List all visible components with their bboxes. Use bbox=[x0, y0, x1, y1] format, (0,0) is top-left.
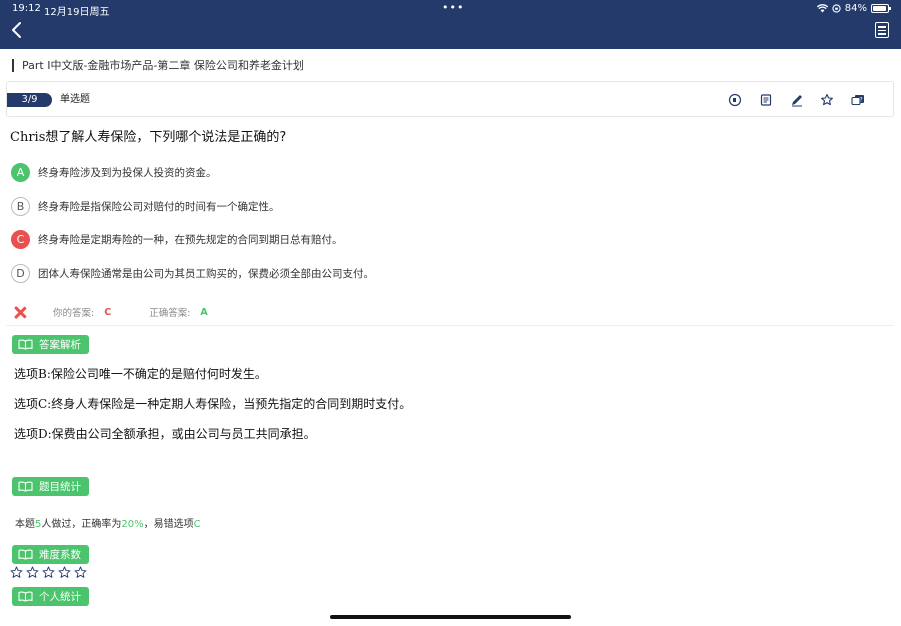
statistics-text: 本题5人做过，正确率为20%，易错选项C bbox=[15, 515, 201, 530]
multitask-dots-icon[interactable]: ••• bbox=[442, 1, 464, 14]
stats-wrong-option: C bbox=[193, 519, 201, 530]
home-indicator[interactable] bbox=[330, 615, 571, 619]
option-text: 终身寿险是指保险公司对赔付的时间有一个确定性。 bbox=[38, 200, 280, 213]
personal-stats-tag[interactable]: 个人统计 bbox=[12, 587, 89, 606]
your-answer-label: 你的答案: bbox=[53, 308, 95, 319]
stats-rate: 20% bbox=[121, 519, 144, 530]
statistics-tag: 题目统计 bbox=[12, 477, 89, 496]
note-icon[interactable] bbox=[759, 93, 773, 107]
battery-percent: 84% bbox=[844, 3, 867, 14]
star-outline-icon bbox=[58, 566, 71, 578]
analysis-line-2: 选项C:终身人寿保险是一种定期人寿保险，当预先指定的合同到期时支付。 bbox=[14, 397, 412, 411]
rotation-lock-icon bbox=[832, 4, 841, 13]
stats-mid2: ，易错选项 bbox=[143, 519, 194, 530]
audio-icon[interactable] bbox=[728, 93, 742, 107]
statistics-tag-label: 题目统计 bbox=[39, 481, 81, 493]
option-letter: A bbox=[11, 162, 30, 182]
back-arrow-icon[interactable] bbox=[8, 20, 28, 40]
option-letter: B bbox=[11, 196, 30, 216]
book-icon bbox=[18, 339, 33, 350]
battery-icon bbox=[871, 4, 891, 13]
star-outline-icon bbox=[26, 566, 39, 578]
option-text: 终身寿险涉及到为投保人投资的资金。 bbox=[38, 166, 217, 179]
wrong-mark-icon bbox=[14, 306, 27, 319]
option-d[interactable]: D 团体人寿保险通常是由公司为其员工购买的，保费必须全部由公司支付。 bbox=[11, 263, 374, 283]
wifi-icon bbox=[816, 4, 828, 13]
option-text: 团体人寿保险通常是由公司为其员工购买的，保费必须全部由公司支付。 bbox=[38, 267, 374, 280]
status-indicators: 84% bbox=[816, 3, 891, 14]
question-body: 想了解人寿保险，下列哪个说法是正确的? bbox=[45, 130, 287, 145]
top-navigation-bar: 19:12 12月19日周五 ••• 84% bbox=[0, 0, 901, 49]
question-prefix: Chris bbox=[10, 130, 46, 145]
difficulty-tag: 难度系数 bbox=[12, 545, 89, 564]
breadcrumb: Part I中文版-金融市场产品-第二章 保险公司和养老金计划 bbox=[12, 59, 304, 72]
correct-answer-label: 正确答案: bbox=[149, 308, 191, 319]
option-letter: C bbox=[11, 229, 30, 249]
question-text: Chris想了解人寿保险，下列哪个说法是正确的? bbox=[10, 126, 286, 145]
difficulty-stars bbox=[10, 566, 87, 579]
analysis-tag-label: 答案解析 bbox=[39, 339, 81, 351]
star-outline-icon bbox=[10, 566, 23, 578]
book-icon bbox=[18, 549, 33, 560]
question-header-card: 3/9 单选题 ? bbox=[6, 81, 894, 117]
stats-mid: 人做过，正确率为 bbox=[41, 519, 122, 530]
correct-answer-value: A bbox=[200, 306, 208, 318]
status-date: 12月19日周五 bbox=[44, 7, 110, 18]
option-letter: D bbox=[11, 263, 30, 283]
option-c[interactable]: C 终身寿险是定期寿险的一种，在预先规定的合同到期日总有赔付。 bbox=[11, 229, 343, 249]
edit-icon[interactable] bbox=[790, 93, 804, 107]
option-a[interactable]: A 终身寿险涉及到为投保人投资的资金。 bbox=[11, 162, 217, 182]
question-type-label: 单选题 bbox=[60, 94, 90, 105]
book-icon bbox=[18, 591, 33, 602]
svg-text:?: ? bbox=[860, 96, 863, 103]
your-answer-value: C bbox=[104, 306, 112, 318]
star-icon[interactable] bbox=[820, 93, 834, 107]
difficulty-tag-label: 难度系数 bbox=[39, 549, 81, 561]
analysis-line-1: 选项B:保险公司唯一不确定的是赔付何时发生。 bbox=[14, 367, 267, 381]
analysis-line-3: 选项D:保费由公司全额承担，或由公司与员工共同承担。 bbox=[14, 427, 316, 441]
question-list-icon[interactable] bbox=[875, 22, 889, 38]
option-text: 终身寿险是定期寿险的一种，在预先规定的合同到期日总有赔付。 bbox=[38, 233, 343, 246]
analysis-tag: 答案解析 bbox=[12, 335, 89, 354]
personal-stats-tag-label: 个人统计 bbox=[39, 591, 81, 603]
stats-pre: 本题 bbox=[15, 519, 35, 530]
status-time: 19:12 bbox=[12, 3, 41, 14]
book-icon bbox=[18, 481, 33, 492]
option-b[interactable]: B 终身寿险是指保险公司对赔付的时间有一个确定性。 bbox=[11, 196, 280, 216]
star-outline-icon bbox=[42, 566, 55, 578]
star-outline-icon bbox=[74, 566, 87, 578]
question-number-badge: 3/9 bbox=[7, 93, 52, 107]
answer-result-row: 你的答案: C 正确答案: A bbox=[14, 304, 208, 320]
divider bbox=[6, 325, 894, 326]
question-feedback-icon[interactable]: ? bbox=[851, 93, 865, 107]
